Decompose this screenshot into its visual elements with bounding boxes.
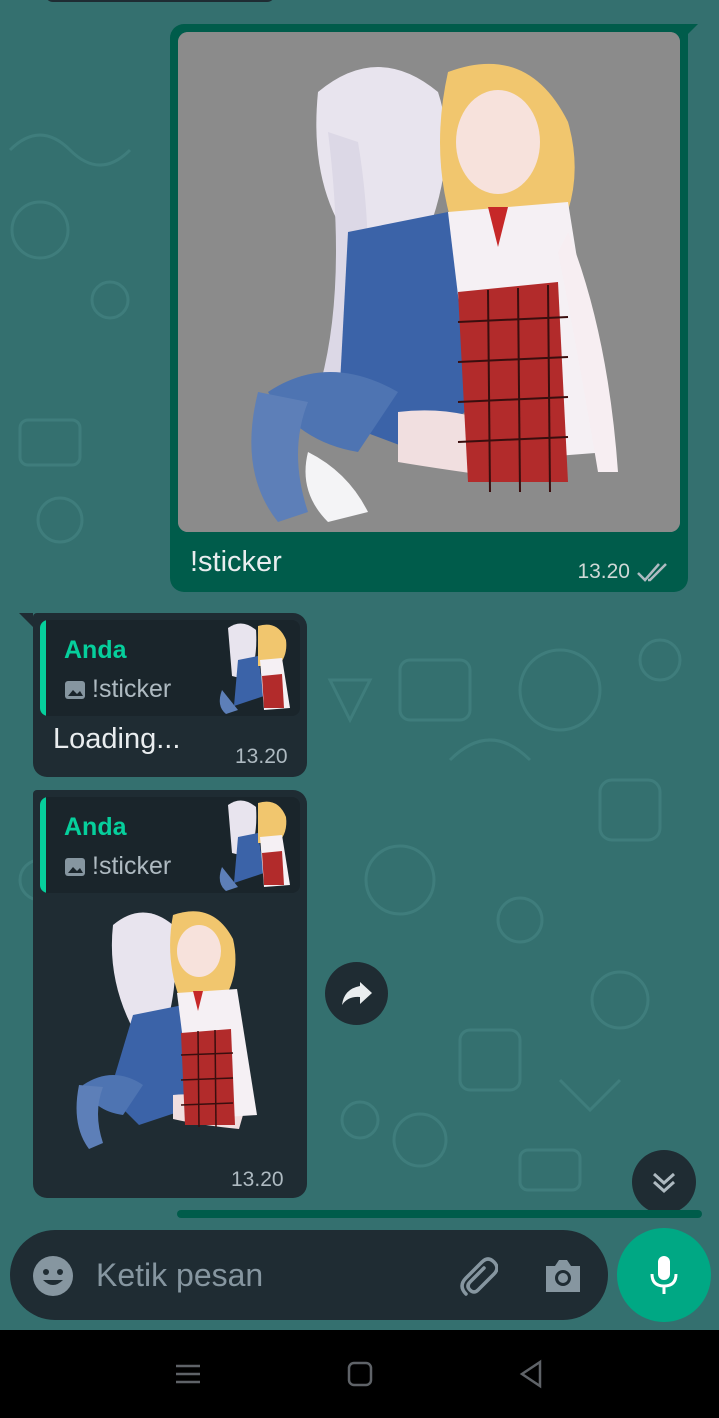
quote-text: !sticker [92,852,172,880]
quote-sender: Anda [64,636,127,664]
image-caption: !sticker [190,546,282,578]
previous-message-edge [45,0,275,2]
emoji-icon[interactable] [32,1255,74,1297]
double-check-icon [637,563,667,582]
quote-accent-bar [40,620,46,716]
sent-image[interactable] [178,32,680,532]
image-icon [65,681,85,699]
message-text: Loading... [53,723,181,755]
quoted-message[interactable]: Anda !sticker [40,797,300,893]
menu-icon[interactable] [166,1352,210,1396]
home-icon[interactable] [338,1352,382,1396]
quote-sender: Anda [64,813,127,841]
sticker-image[interactable] [73,905,273,1155]
outgoing-message-edge [177,1210,702,1218]
double-chevron-down-icon [652,1172,676,1194]
back-icon[interactable] [510,1352,554,1396]
incoming-sticker-message[interactable]: Anda !sticker 13.20 [33,790,307,1198]
camera-icon[interactable] [542,1256,584,1296]
message-time: 13.20 [231,1168,284,1191]
quote-accent-bar [40,797,46,893]
quoted-message[interactable]: Anda !sticker [40,620,300,716]
image-icon [65,858,85,876]
quote-thumbnail [210,620,300,716]
forward-icon [341,981,372,1005]
outgoing-image-message[interactable]: !sticker 13.20 [170,24,688,592]
message-input[interactable] [96,1252,426,1298]
incoming-reply-message[interactable]: Anda !sticker Loading... 13.20 [33,613,307,777]
scroll-to-bottom-button[interactable] [632,1150,696,1214]
voice-record-button[interactable] [617,1228,711,1322]
quote-text: !sticker [92,675,172,703]
message-composer [10,1230,608,1320]
mic-icon [650,1256,678,1294]
system-navigation-bar [0,1330,719,1418]
attach-icon[interactable] [454,1254,498,1298]
quote-thumbnail [210,797,300,893]
message-time: 13.20 [577,560,630,583]
message-time: 13.20 [235,745,288,768]
bubble-tail [19,613,33,627]
forward-button[interactable] [325,962,388,1025]
